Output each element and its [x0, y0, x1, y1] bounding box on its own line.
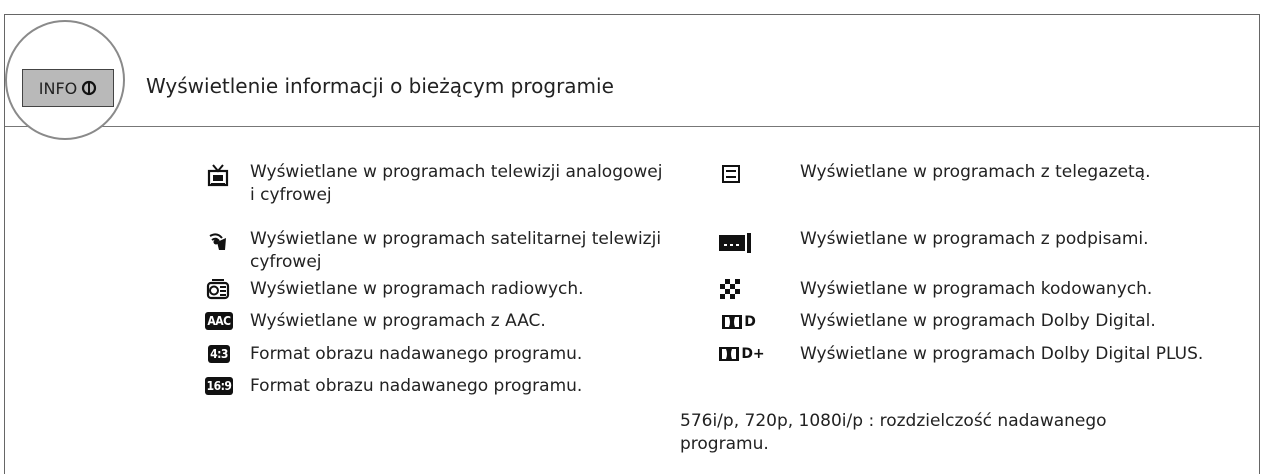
aspect-4-3-icon: 4:3	[202, 343, 236, 365]
info-button[interactable]: INFO	[22, 69, 114, 107]
teletext-icon	[718, 163, 744, 185]
subtitles-icon	[716, 230, 756, 254]
radio-icon	[205, 276, 231, 302]
list-item-tv: Wyświetlane w programach telewizji analo…	[250, 162, 663, 205]
list-item-scrambled: Wyświetlane w programach kodowanych.	[800, 279, 1153, 299]
list-item-dolby-digital-plus: Wyświetlane w programach Dolby Digital P…	[800, 344, 1204, 364]
satellite-icon	[205, 228, 231, 254]
tv-icon	[205, 162, 231, 188]
list-item-subtitles: Wyświetlane w programach z podpisami.	[800, 229, 1149, 249]
list-item-radio: Wyświetlane w programach radiowych.	[250, 279, 584, 299]
info-button-label: INFO	[38, 78, 78, 98]
aac-badge: AAC	[205, 312, 233, 330]
list-item-aac: Wyświetlane w programach z AAC.	[250, 311, 546, 331]
dolby-digital-icon: D	[710, 311, 768, 333]
dolby-digital-plus-suffix: D+	[741, 346, 765, 362]
aspect-16-9-icon: 16:9	[202, 375, 236, 397]
list-item-teletext: Wyświetlane w programach z telegazetą.	[800, 162, 1151, 182]
divider	[5, 126, 1259, 127]
aspect-4-3-badge: 4:3	[208, 345, 230, 363]
dolby-digital-suffix: D	[744, 314, 756, 330]
aspect-16-9-badge: 16:9	[204, 377, 234, 395]
aac-icon: AAC	[202, 310, 236, 332]
list-item-aspect-16-9: Format obrazu nadawanego programu.	[250, 376, 583, 396]
list-item-satellite: Wyświetlane w programach satelitarnej te…	[250, 229, 662, 272]
list-item-dolby-digital: Wyświetlane w programach Dolby Digital.	[800, 311, 1156, 331]
list-item-aspect-4-3: Format obrazu nadawanego programu.	[250, 344, 583, 364]
dolby-digital-plus-icon: D+	[712, 343, 772, 365]
scrambled-icon	[717, 278, 743, 300]
resolution-note: 576i/p, 720p, 1080i/p : rozdzielczość na…	[680, 411, 1107, 454]
info-icon	[81, 80, 97, 96]
page-title: Wyświetlenie informacji o bieżącym progr…	[146, 74, 614, 98]
